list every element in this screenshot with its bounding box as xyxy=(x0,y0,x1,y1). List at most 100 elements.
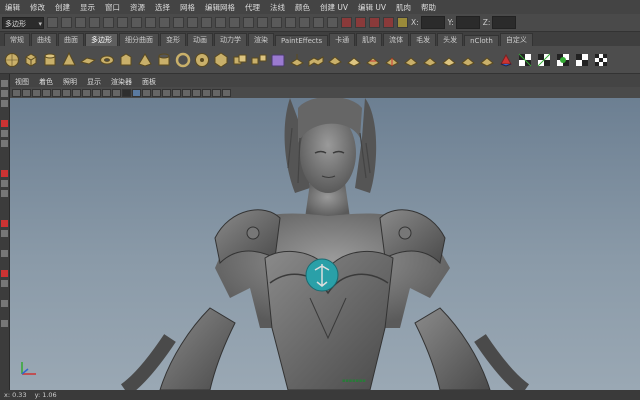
wireframe-on-shaded-icon[interactable] xyxy=(142,88,151,97)
extrude-icon[interactable] xyxy=(289,52,305,68)
y-field[interactable] xyxy=(455,16,480,29)
render-settings-icon[interactable] xyxy=(369,17,380,28)
mask-edge-icon[interactable] xyxy=(145,17,156,28)
save-scene-icon[interactable] xyxy=(75,17,86,28)
snap-point-icon[interactable] xyxy=(257,17,268,28)
gate-mask-icon[interactable] xyxy=(82,88,91,97)
ambient-occlusion-icon[interactable] xyxy=(192,88,201,97)
layout-side-icon[interactable] xyxy=(1,190,8,197)
input-field-toggle-icon[interactable] xyxy=(397,17,408,28)
poly-soccer-icon[interactable] xyxy=(194,52,210,68)
render-current-icon[interactable] xyxy=(341,17,352,28)
panel-menu-show[interactable]: 显示 xyxy=(82,77,106,87)
poly-cylinder-icon[interactable] xyxy=(42,52,58,68)
camera-attr-icon[interactable] xyxy=(22,88,31,97)
poly-pyramid-icon[interactable] xyxy=(137,52,153,68)
input-ops-icon[interactable] xyxy=(313,17,324,28)
poly-torus-icon[interactable] xyxy=(99,52,115,68)
menu-edit-mesh[interactable]: 编辑网格 xyxy=(200,2,240,13)
shelf-tab-deformation[interactable]: 变形 xyxy=(160,33,186,46)
layout-more-icon[interactable] xyxy=(1,300,8,307)
safe-title-icon[interactable] xyxy=(112,88,121,97)
select-object-icon[interactable] xyxy=(103,17,114,28)
menu-mesh[interactable]: 网格 xyxy=(175,2,200,13)
panel-menu-view[interactable]: 视图 xyxy=(10,77,34,87)
isolate-select-icon[interactable] xyxy=(212,88,221,97)
resolution-gate-icon[interactable] xyxy=(72,88,81,97)
poly-cube-icon[interactable] xyxy=(23,52,39,68)
select-component-icon[interactable] xyxy=(117,17,128,28)
highlight-selection-icon[interactable] xyxy=(215,17,226,28)
menu-normals[interactable]: 法线 xyxy=(265,2,290,13)
menu-modify[interactable]: 修改 xyxy=(25,2,50,13)
layout-four-icon[interactable] xyxy=(1,180,8,187)
collapse-icon[interactable] xyxy=(460,52,476,68)
xray-icon[interactable] xyxy=(152,88,161,97)
shelf-tab-polygons[interactable]: 多边形 xyxy=(85,33,118,46)
mask-face-icon[interactable] xyxy=(159,17,170,28)
layout-extra-icon[interactable] xyxy=(1,280,8,287)
mask-vertex-icon[interactable] xyxy=(131,17,142,28)
film-gate-icon[interactable] xyxy=(62,88,71,97)
uv-editor-icon[interactable] xyxy=(574,52,590,68)
lock-selection-icon[interactable] xyxy=(201,17,212,28)
automatic-map-icon[interactable] xyxy=(555,52,571,68)
separate-icon[interactable] xyxy=(251,52,267,68)
panel-menu-shading[interactable]: 着色 xyxy=(34,77,58,87)
shelf-tab-hair[interactable]: 头发 xyxy=(437,33,464,46)
motion-blur-icon[interactable] xyxy=(202,88,211,97)
menu-assets[interactable]: 资源 xyxy=(125,2,150,13)
shelf-tab-muscle[interactable]: 肌肉 xyxy=(356,33,383,46)
shadows-icon[interactable] xyxy=(182,88,191,97)
shelf-tab-dynamics[interactable]: 动力学 xyxy=(214,33,247,46)
shelf-tab-ncloth[interactable]: nCloth xyxy=(464,35,499,46)
menu-display[interactable]: 显示 xyxy=(75,2,100,13)
menu-help[interactable]: 帮助 xyxy=(416,2,441,13)
bevel-icon[interactable] xyxy=(346,52,362,68)
shelf-tab-curves[interactable]: 曲线 xyxy=(31,33,57,46)
shelf-tab-rendering[interactable]: 渲染 xyxy=(248,33,274,46)
shelf-tab-fur[interactable]: 毛发 xyxy=(410,33,437,46)
layout-persp-graph-icon[interactable] xyxy=(1,230,8,237)
rotate-tool-icon[interactable] xyxy=(1,130,8,137)
mirror-icon[interactable] xyxy=(479,52,495,68)
field-chart-icon[interactable] xyxy=(92,88,101,97)
menu-edit-uv[interactable]: 编辑 UV xyxy=(353,2,391,13)
panel-menu-renderer[interactable]: 渲染器 xyxy=(106,77,137,87)
shelf-tab-toon[interactable]: 卡通 xyxy=(329,33,356,46)
open-scene-icon[interactable] xyxy=(61,17,72,28)
grid-icon[interactable] xyxy=(52,88,61,97)
poly-helix-icon[interactable] xyxy=(175,52,191,68)
insert-edge-loop-icon[interactable] xyxy=(384,52,400,68)
ipr-render-icon[interactable] xyxy=(355,17,366,28)
new-scene-icon[interactable] xyxy=(47,17,58,28)
poly-pipe-icon[interactable] xyxy=(156,52,172,68)
spherical-map-icon[interactable] xyxy=(536,52,552,68)
shelf-tab-surfaces[interactable]: 曲面 xyxy=(58,33,84,46)
x-field[interactable] xyxy=(420,16,445,29)
append-icon[interactable] xyxy=(327,52,343,68)
planar-map-icon[interactable] xyxy=(498,52,514,68)
snap-curve-icon[interactable] xyxy=(243,17,254,28)
edge-flow-icon[interactable] xyxy=(422,52,438,68)
live-surface-icon[interactable] xyxy=(285,17,296,28)
menu-muscle[interactable]: 肌肉 xyxy=(391,2,416,13)
layout-custom-icon[interactable] xyxy=(1,270,8,277)
poly-platonic-icon[interactable] xyxy=(213,51,229,68)
menu-create-uv[interactable]: 创建 UV xyxy=(315,2,353,13)
mask-misc-icon[interactable] xyxy=(187,17,198,28)
hypershade-icon[interactable] xyxy=(383,17,394,28)
merge-icon[interactable] xyxy=(441,52,457,68)
mode-selector[interactable]: 多边形 xyxy=(2,16,44,30)
menu-proxy[interactable]: 代理 xyxy=(240,2,265,13)
output-ops-icon[interactable] xyxy=(327,17,338,28)
wireframe-icon[interactable] xyxy=(122,88,131,97)
perspective-viewport[interactable]: ▪▪▪▪▪▪▪ xyxy=(10,98,640,390)
offset-edge-icon[interactable] xyxy=(403,52,419,68)
snap-grid-icon[interactable] xyxy=(229,17,240,28)
paint-select-icon[interactable] xyxy=(1,100,8,107)
snap-plane-icon[interactable] xyxy=(271,17,282,28)
history-icon[interactable] xyxy=(299,17,310,28)
poly-plane-icon[interactable] xyxy=(80,52,96,68)
checker-icon[interactable] xyxy=(593,52,609,68)
